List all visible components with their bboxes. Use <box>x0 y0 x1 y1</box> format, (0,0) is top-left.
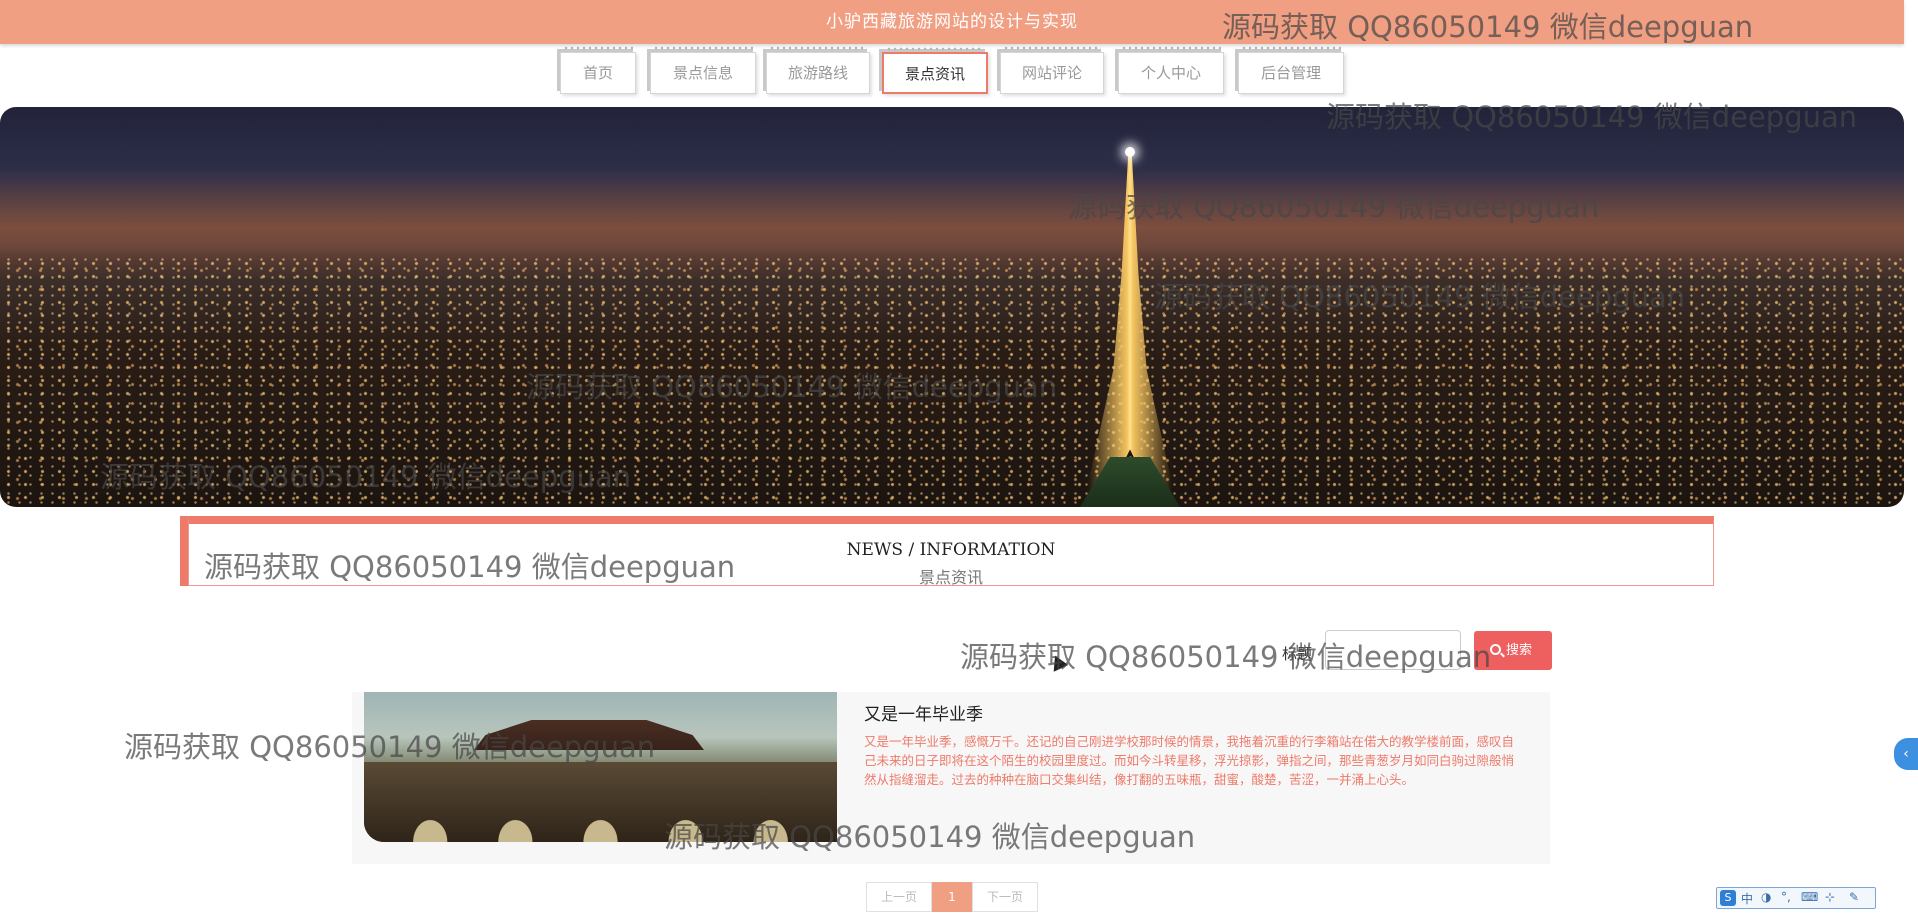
nav-item-personal-center[interactable]: 个人中心 <box>1118 46 1224 94</box>
mouse-cursor-icon <box>1047 652 1069 672</box>
section-header: NEWS / INFORMATION 景点资讯 <box>180 516 1714 587</box>
ime-punctuation-icon[interactable]: °, <box>1781 890 1791 904</box>
ime-language-toggle[interactable]: 中 <box>1741 890 1753 907</box>
banner-eiffel-tower <box>1060 147 1200 507</box>
ime-keyboard-icon[interactable]: ⌨ <box>1801 890 1818 904</box>
banner-city-lights <box>0 257 1904 507</box>
section-title-en: NEWS / INFORMATION <box>846 540 1056 560</box>
nav-item-routes[interactable]: 旅游路线 <box>766 46 870 94</box>
nav-item-home[interactable]: 首页 <box>560 46 636 94</box>
search-label: 标题 <box>1282 645 1313 663</box>
news-card-summary: 又是一年毕业季，感慨万千。还记的自己刚进学校那时候的情景，我拖着沉重的行李箱站在… <box>864 734 1515 787</box>
search-icon <box>1490 644 1501 655</box>
search-button-label: 搜索 <box>1506 643 1533 658</box>
news-card-image[interactable] <box>364 692 837 842</box>
nav-item-admin[interactable]: 后台管理 <box>1238 46 1344 94</box>
ime-halfwidth-icon[interactable]: ◑ <box>1761 890 1771 904</box>
hero-banner <box>0 107 1904 507</box>
ime-toolbar[interactable]: S 中 ◑ °, ⌨ ⊹ ✎ <box>1716 887 1876 909</box>
ime-settings-icon[interactable]: ✎ <box>1849 890 1859 904</box>
nav-item-attractions[interactable]: 景点信息 <box>650 46 756 94</box>
nav-item-comments[interactable]: 网站评论 <box>1000 46 1104 94</box>
side-collapse-chevron-icon[interactable]: ‹ <box>1894 738 1918 770</box>
nav-item-news[interactable]: 景点资讯 <box>882 47 988 94</box>
ime-tools-icon[interactable]: ⊹ <box>1825 890 1835 904</box>
banner-tower-beacon <box>1125 147 1135 157</box>
ime-logo-icon[interactable]: S <box>1720 890 1736 906</box>
search-input[interactable] <box>1325 630 1461 670</box>
section-title-cn: 景点资讯 <box>918 568 983 587</box>
news-card-title[interactable]: 又是一年毕业季 <box>864 700 983 725</box>
top-header-bar: 小驴西藏旅游网站的设计与实现 <box>0 0 1904 44</box>
pagination-prev-button[interactable]: 上一页 <box>866 882 932 912</box>
search-button[interactable]: 搜索 <box>1474 631 1552 670</box>
news-card[interactable]: 又是一年毕业季 又是一年毕业季，感慨万千。还记的自己刚进学校那时候的情景，我拖着… <box>352 692 1550 864</box>
site-title: 小驴西藏旅游网站的设计与实现 <box>826 12 1078 32</box>
pagination-page-current[interactable]: 1 <box>932 882 972 912</box>
pagination-next-button[interactable]: 下一页 <box>972 882 1038 912</box>
